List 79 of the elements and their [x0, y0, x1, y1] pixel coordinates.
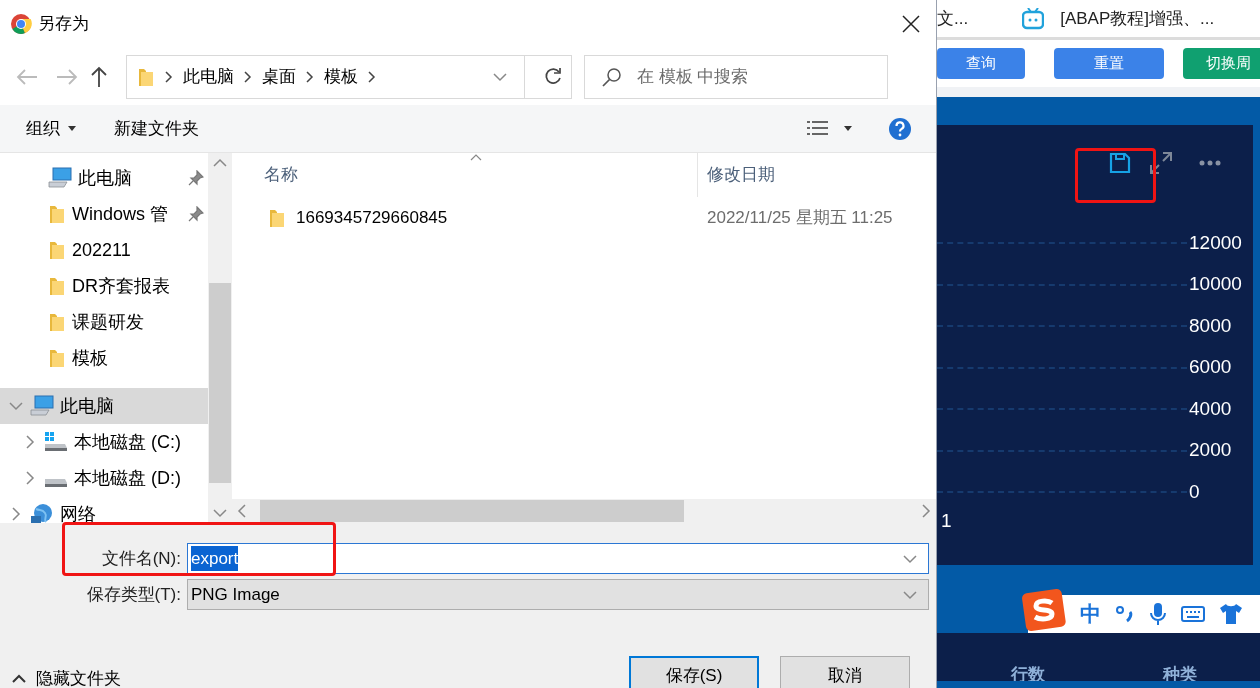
- column-header[interactable]: 修改日期: [698, 153, 936, 197]
- tree-item[interactable]: 本地磁盘 (C:): [0, 424, 208, 460]
- query-button[interactable]: 重置: [1054, 48, 1164, 79]
- file-name-field[interactable]: export: [187, 543, 929, 574]
- field-label: 文件名(N):: [100, 547, 182, 570]
- breadcrumb-item[interactable]: 此电脑: [183, 63, 234, 90]
- new-folder-button[interactable]: 新建文件夹: [114, 115, 199, 142]
- breadcrumb-item[interactable]: 模板: [324, 63, 358, 90]
- axis-label: 2000: [1189, 438, 1232, 463]
- chevron-right-icon: [244, 70, 252, 83]
- back-icon[interactable]: [16, 67, 38, 86]
- field-label: 保存类型(T):: [85, 583, 182, 606]
- axis-label: 8000: [1189, 313, 1232, 338]
- up-icon[interactable]: [90, 65, 108, 88]
- chevron-right-icon: [306, 70, 314, 83]
- punctuation-icon[interactable]: [1115, 604, 1135, 624]
- input-mode-label[interactable]: 中: [1080, 598, 1101, 630]
- drive-icon: [44, 478, 68, 488]
- axis-label: 10000: [1189, 272, 1242, 297]
- search-icon: [602, 66, 622, 87]
- folder-icon: [48, 204, 66, 224]
- folder-icon: [48, 312, 66, 332]
- browser-tab[interactable]: [ABAP教程]增强、...: [1060, 5, 1215, 32]
- file-name[interactable]: 1669345729660845: [296, 205, 448, 231]
- folder-icon: [48, 348, 66, 368]
- address-bar[interactable]: 此电脑 桌面 模板: [126, 54, 572, 99]
- globe-icon: [30, 503, 54, 523]
- nav-item[interactable]: DR齐套报表: [0, 268, 208, 304]
- expand-icon[interactable]: [1149, 151, 1173, 175]
- drive-icon: [44, 431, 68, 453]
- caret-icon[interactable]: [844, 126, 852, 131]
- window-title: 另存为: [38, 13, 89, 36]
- shirt-icon[interactable]: [1219, 603, 1243, 625]
- chevron-right-icon: [165, 70, 173, 83]
- axis-label: 12000: [1189, 230, 1242, 255]
- file-date: 2022/11/25 星期五 11:25: [706, 207, 893, 230]
- file-type-dropdown[interactable]: PNG Image: [187, 579, 929, 610]
- folder-icon: [48, 240, 66, 260]
- robot-icon: [1022, 7, 1045, 30]
- save-button[interactable]: 保存(S): [629, 656, 759, 688]
- sort-icon: [470, 154, 482, 161]
- tree-item[interactable]: 本地磁盘 (D:): [0, 460, 208, 496]
- folder-icon: [137, 66, 155, 87]
- breadcrumb-item[interactable]: 桌面: [262, 63, 296, 90]
- nav-item[interactable]: 模板: [0, 340, 208, 376]
- microphone-icon[interactable]: [1149, 602, 1167, 626]
- scrollbar[interactable]: [232, 499, 936, 523]
- nav-item[interactable]: 此电脑: [0, 160, 208, 196]
- organize-button[interactable]: 组织: [26, 115, 76, 142]
- close-icon[interactable]: [902, 15, 920, 33]
- axis-label: 6000: [1189, 355, 1232, 380]
- search-field[interactable]: 在 模板 中搜索: [584, 54, 888, 99]
- tree-item[interactable]: 此电脑: [0, 388, 208, 424]
- more-icon[interactable]: [1199, 160, 1221, 166]
- chevron-up-icon: [12, 674, 26, 684]
- refresh-icon[interactable]: [543, 66, 563, 87]
- computer-icon: [30, 395, 54, 417]
- help-icon[interactable]: [888, 116, 912, 141]
- forward-icon[interactable]: [56, 67, 78, 86]
- folder-icon: [48, 276, 66, 296]
- nav-item[interactable]: Windows 管: [0, 196, 208, 232]
- computer-icon: [48, 167, 72, 189]
- query-button[interactable]: 查询: [937, 48, 1025, 79]
- keyboard-icon[interactable]: [1181, 605, 1205, 623]
- axis-label: 4000: [1189, 396, 1232, 421]
- scrollbar[interactable]: [208, 153, 232, 523]
- axis-label: 0: [1189, 479, 1200, 504]
- save-icon[interactable]: [1109, 152, 1131, 174]
- nav-item[interactable]: 课题研发: [0, 304, 208, 340]
- browser-logo-icon: [10, 13, 32, 35]
- nav-item[interactable]: 202211: [0, 232, 208, 268]
- cancel-button[interactable]: 取消: [780, 656, 910, 688]
- browser-tab[interactable]: 文...: [937, 5, 969, 32]
- axis-label: 1: [941, 509, 952, 533]
- hide-folders-toggle[interactable]: 隐藏文件夹: [12, 666, 121, 688]
- chevron-right-icon: [368, 70, 376, 83]
- folder-icon: [268, 208, 286, 228]
- caret-icon: [68, 126, 76, 131]
- column-header[interactable]: 名称: [232, 153, 698, 197]
